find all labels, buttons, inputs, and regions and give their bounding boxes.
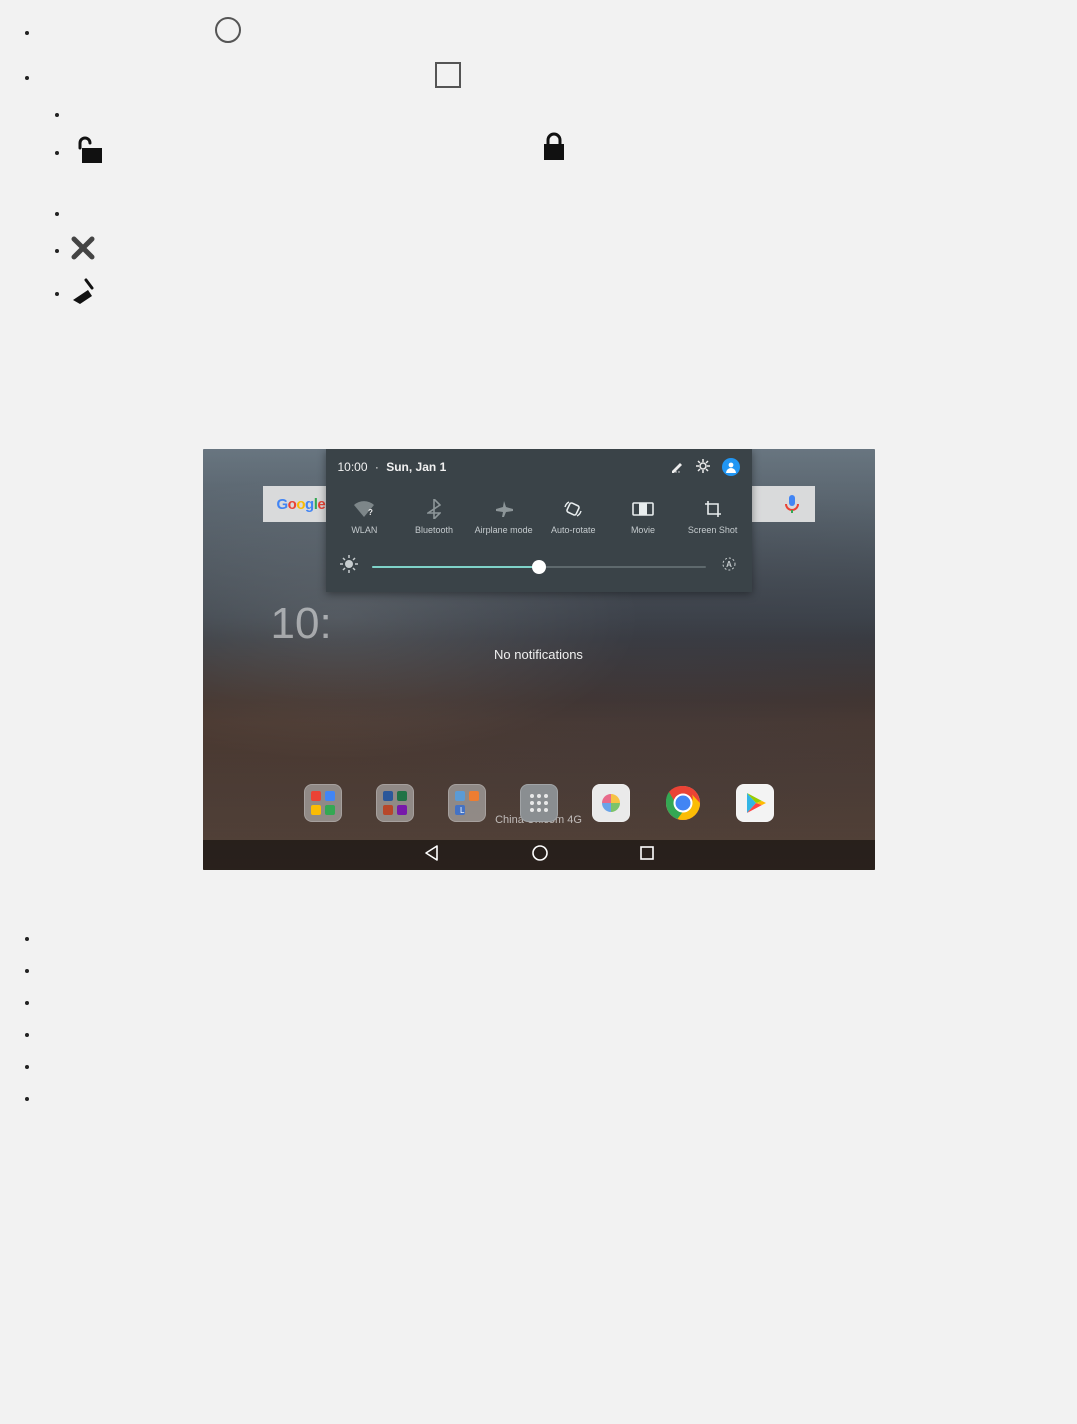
tile-airplane[interactable]: Airplane mode <box>474 499 534 535</box>
office-folder-icon[interactable] <box>376 784 414 822</box>
sweep-icon <box>70 291 96 308</box>
no-notifications-label: No notifications <box>203 647 875 662</box>
bluetooth-icon <box>404 499 464 519</box>
tile-movie[interactable]: Movie <box>613 499 673 535</box>
movie-icon <box>613 499 673 519</box>
blank-bullet <box>40 930 1077 948</box>
app-drawer-icon[interactable] <box>520 784 558 822</box>
blank-bullet <box>40 962 1077 980</box>
screenshot-crop-icon <box>683 499 743 519</box>
tile-label: WLAN <box>334 525 394 535</box>
circle-outline-icon <box>214 31 242 48</box>
shade-datetime: 10:00 · Sun, Jan 1 <box>338 460 447 474</box>
brightness-thumb[interactable] <box>532 560 546 574</box>
auto-brightness-icon[interactable]: A <box>720 555 738 578</box>
shade-time: 10:00 <box>338 460 368 474</box>
google-logo: Google <box>277 496 326 513</box>
blank-bullet <box>40 994 1077 1012</box>
wifi-unknown-icon: ? <box>334 499 394 519</box>
gallery-app-icon[interactable] <box>592 784 630 822</box>
brightness-low-icon <box>340 555 358 578</box>
lock-icon <box>540 132 568 167</box>
chrome-app-icon[interactable] <box>664 784 702 822</box>
lenovo-folder-icon[interactable]: L <box>448 784 486 822</box>
blank-bullet <box>70 106 74 123</box>
play-store-icon[interactable] <box>736 784 774 822</box>
auto-rotate-icon <box>543 499 603 519</box>
nav-back-icon[interactable] <box>423 844 441 867</box>
blank-bullet <box>40 1026 1077 1044</box>
blank-bullet <box>40 1058 1077 1076</box>
tablet-screenshot: Google 10: 10:00 · Sun, Jan 1 <box>203 449 875 870</box>
close-icon <box>70 248 96 265</box>
tile-label: Bluetooth <box>404 525 464 535</box>
svg-text:L: L <box>460 806 465 815</box>
blank-bullet <box>40 1090 1077 1108</box>
unlock-icon <box>72 151 104 168</box>
brightness-slider[interactable] <box>372 566 706 568</box>
tile-label: Movie <box>613 525 673 535</box>
svg-text:?: ? <box>368 508 373 517</box>
tile-label: Auto-rotate <box>543 525 603 535</box>
tile-bluetooth[interactable]: Bluetooth <box>404 499 464 535</box>
airplane-mode-icon <box>474 499 534 519</box>
user-avatar-icon[interactable] <box>722 458 740 476</box>
voice-search-icon[interactable] <box>783 494 801 519</box>
empty-bullet-list <box>0 930 1077 1108</box>
tile-label: Airplane mode <box>474 525 534 535</box>
edit-tiles-icon[interactable] <box>670 459 684 476</box>
nav-recents-icon[interactable] <box>639 845 655 866</box>
shade-date: Sun, Jan 1 <box>386 460 446 474</box>
app-dock: L <box>203 784 875 822</box>
tile-screenshot[interactable]: Screen Shot <box>683 499 743 535</box>
nav-home-icon[interactable] <box>531 844 549 867</box>
quick-settings-shade: 10:00 · Sun, Jan 1 ? WLAN <box>326 449 752 592</box>
square-outline-icon <box>434 76 462 93</box>
android-navbar <box>203 840 875 870</box>
tile-autorotate[interactable]: Auto-rotate <box>543 499 603 535</box>
tile-label: Screen Shot <box>683 525 743 535</box>
settings-gear-icon[interactable] <box>696 459 710 476</box>
tile-wlan[interactable]: ? WLAN <box>334 499 394 535</box>
home-clock: 10: <box>271 599 332 649</box>
blank-bullet <box>70 205 74 222</box>
google-folder-icon[interactable] <box>304 784 342 822</box>
svg-text:A: A <box>726 560 732 569</box>
